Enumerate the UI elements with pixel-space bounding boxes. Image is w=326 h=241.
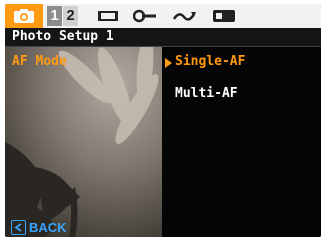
option-single-af[interactable]: Single-AF — [175, 54, 245, 69]
option-multi-af[interactable]: Multi-AF — [175, 86, 238, 101]
tab-page-1[interactable]: 1 — [47, 6, 62, 26]
camera-icon — [14, 9, 34, 23]
back-arrow-icon — [11, 220, 26, 235]
page-title: Photo Setup 1 — [12, 29, 114, 44]
menu-tab-bar: 1 2 — [5, 4, 321, 28]
film-icon — [98, 11, 118, 21]
background-photo — [5, 47, 162, 237]
tab-camera[interactable] — [5, 4, 43, 28]
camera-menu-screen: 1 2 Photo Setup 1 AF Mode Single-AF Mult… — [5, 4, 321, 237]
menu-item-af-mode[interactable]: AF Mode — [12, 54, 67, 69]
flower-image — [5, 47, 162, 237]
title-bar: Photo Setup 1 — [5, 28, 321, 47]
back-label: BACK — [29, 220, 67, 235]
card-icon — [213, 10, 235, 22]
wrench-icon — [133, 9, 156, 23]
tab-connectivity[interactable] — [171, 4, 199, 28]
tab-page-2[interactable]: 2 — [63, 6, 78, 26]
tab-playback[interactable] — [209, 4, 239, 28]
options-panel — [162, 47, 321, 237]
wave-icon — [172, 12, 196, 21]
tab-video[interactable] — [95, 4, 121, 28]
back-button[interactable]: BACK — [11, 220, 67, 235]
tab-wrench[interactable] — [131, 4, 161, 28]
selection-arrow-icon — [165, 58, 172, 68]
